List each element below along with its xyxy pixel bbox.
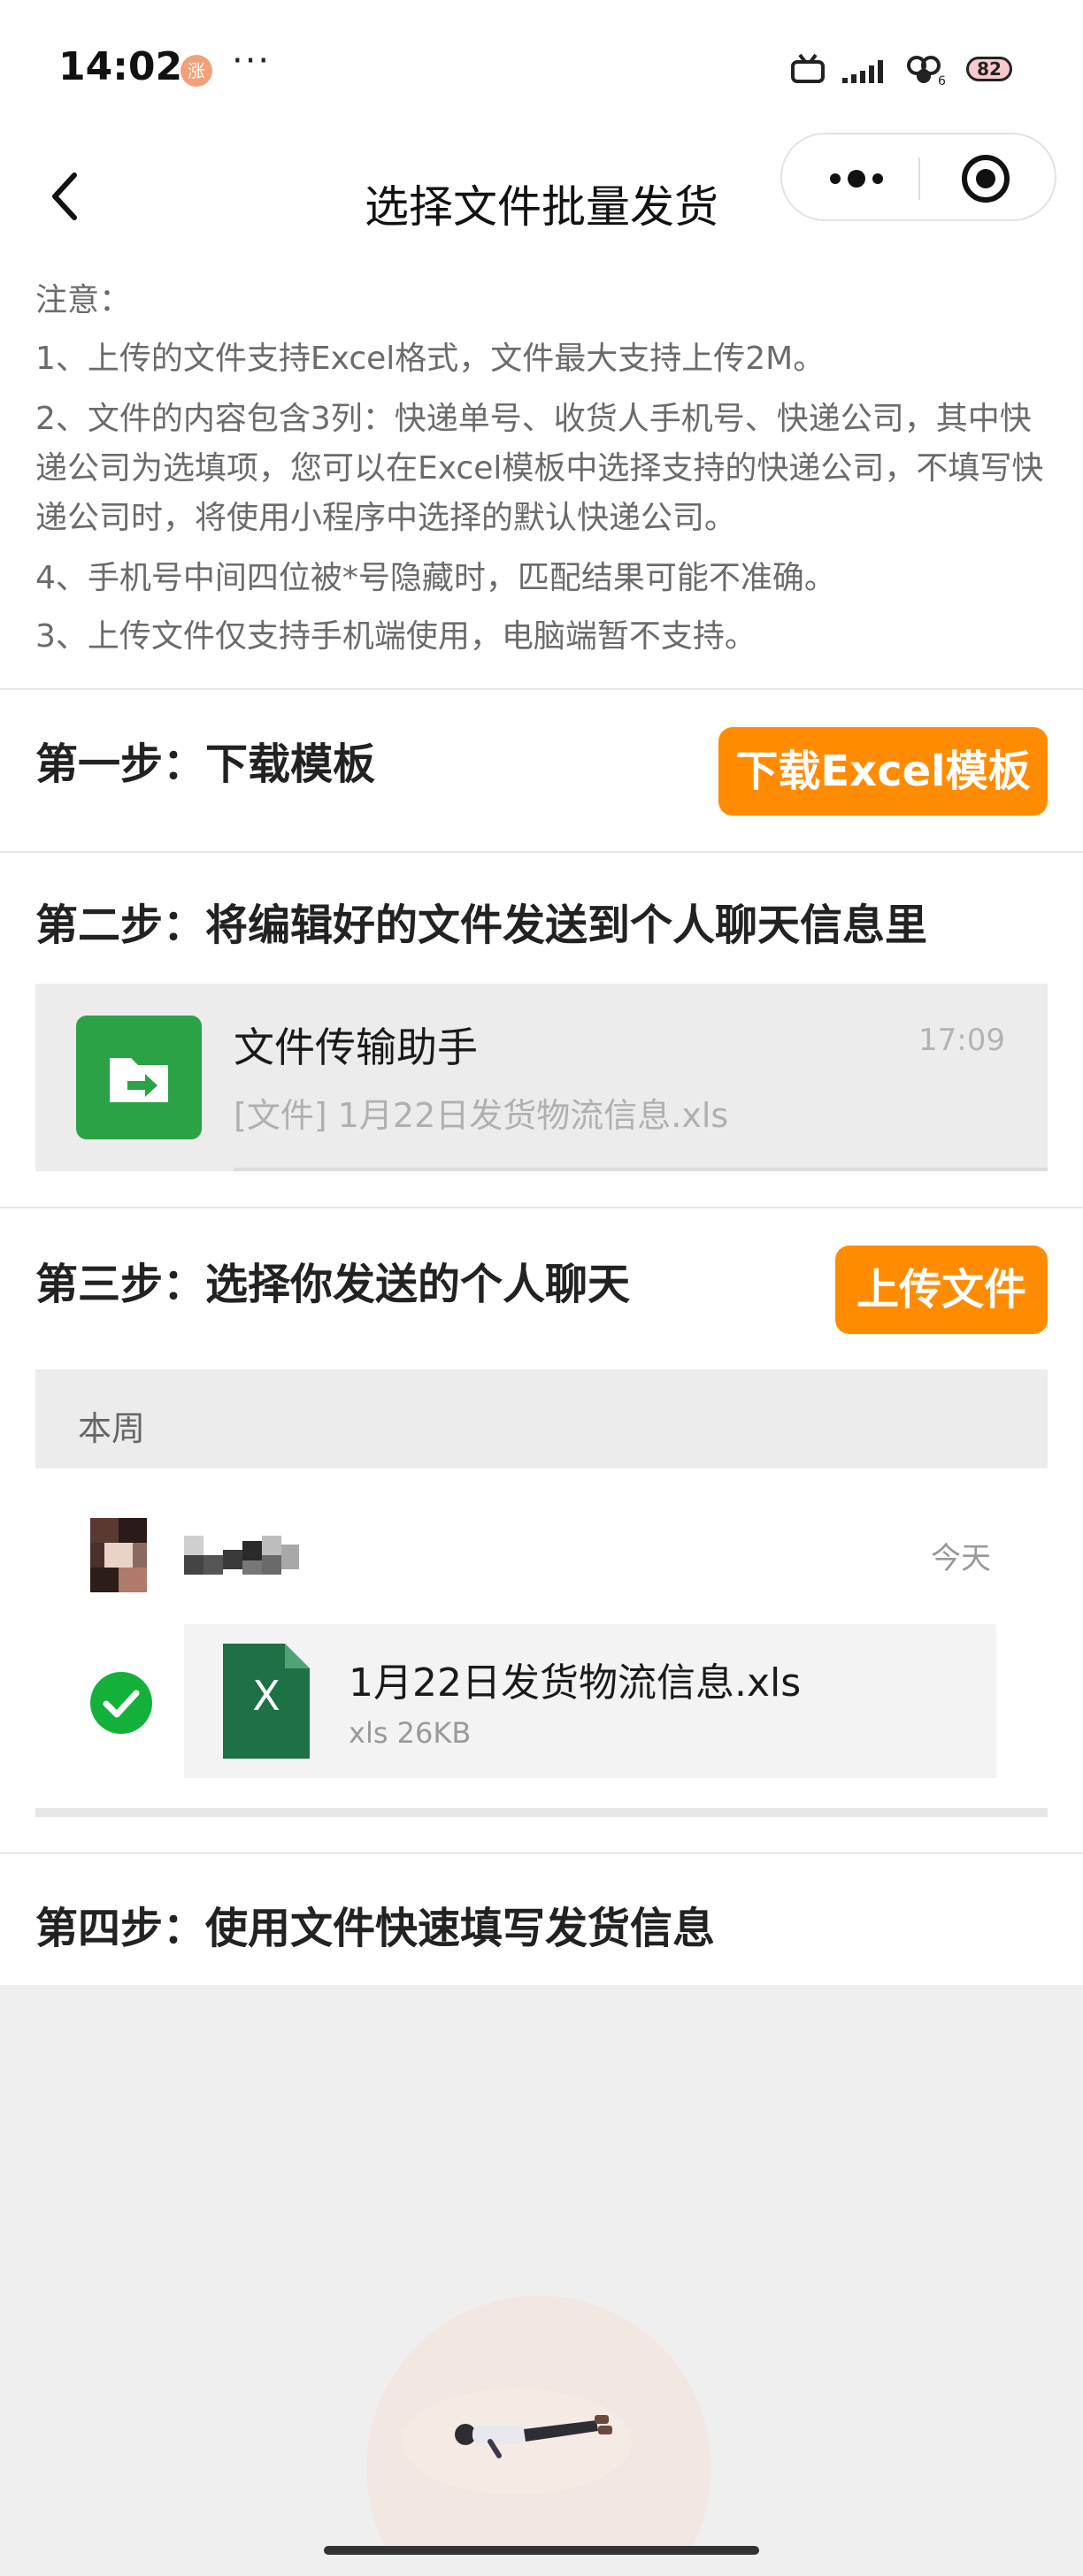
- notification-badge-icon: 涨: [180, 55, 212, 87]
- step2-title: 第二步：将编辑好的文件发送到个人聊天信息里: [35, 901, 928, 950]
- section-header-this-week: 本周: [35, 1369, 1048, 1468]
- contact-avatar[interactable]: [90, 1518, 147, 1592]
- tv-icon: [791, 53, 825, 83]
- section-label: 本周: [78, 1409, 146, 1448]
- step1-section: 第一步：下载模板 下载Excel模板: [0, 690, 1083, 851]
- wifi-icon: 6: [907, 56, 946, 87]
- status-time: 14:02: [58, 44, 183, 89]
- note-line: 1、上传的文件支持Excel格式，文件最大支持上传2M。: [35, 341, 826, 377]
- chat-time: 17:09: [918, 1023, 1005, 1058]
- list-bottom-divider: [35, 1808, 1048, 1817]
- nav-bar: 选择文件批量发货: [0, 133, 1083, 265]
- capsule-divider: [918, 157, 920, 200]
- more-dots-icon[interactable]: [821, 159, 892, 198]
- step4-title: 第四步：使用文件快速填写发货信息: [35, 1904, 716, 1953]
- download-template-button[interactable]: 下载Excel模板: [718, 727, 1048, 816]
- excel-letter: X: [252, 1672, 280, 1720]
- step1-title: 第一步：下载模板: [35, 740, 376, 789]
- target-close-icon[interactable]: [959, 152, 1012, 205]
- file-name: 1月22日发货物流信息.xls: [349, 1660, 802, 1706]
- status-bar: 14:02 涨 ··· 6 82: [0, 0, 1083, 133]
- file-meta: xls 26KB: [349, 1716, 472, 1750]
- chat-preview: [文件] 1月22日发货物流信息.xls: [234, 1096, 729, 1135]
- signal-icon: [842, 60, 883, 83]
- battery-icon: 82: [966, 57, 1012, 81]
- file-message-card[interactable]: X 1月22日发货物流信息.xls xls 26KB: [184, 1624, 996, 1778]
- note-line: 2、文件的内容包含3列：快递单号、收货人手机号、快递公司，其中快递公司为选填项，…: [35, 401, 1044, 536]
- home-indicator[interactable]: [324, 2546, 759, 2555]
- note-line: 3、上传文件仅支持手机端使用，电脑端暂不支持。: [35, 618, 757, 655]
- upload-file-button[interactable]: 上传文件: [835, 1246, 1048, 1334]
- chat-name: 文件传输助手: [234, 1024, 478, 1071]
- check-selected-icon[interactable]: [90, 1672, 152, 1734]
- svg-text:6: 6: [938, 74, 946, 87]
- step4-section: 第四步：使用文件快速填写发货信息: [0, 1854, 1083, 1985]
- mini-program-capsule: [780, 133, 1056, 221]
- note-line: 4、手机号中间四位被*号隐藏时，匹配结果可能不准确。: [35, 560, 836, 596]
- step3-title: 第三步：选择你发送的个人聊天: [35, 1260, 631, 1309]
- file-transfer-avatar-icon: [76, 1016, 202, 1139]
- chat-item-file-transfer: 文件传输助手 17:09 [文件] 1月22日发货物流信息.xls: [35, 984, 1048, 1171]
- notes-heading: 注意：: [35, 282, 132, 318]
- contact-name-redacted: [184, 1536, 299, 1575]
- status-more-icon: ···: [232, 41, 272, 81]
- notes-section: 注意： 1、上传的文件支持Excel格式，文件最大支持上传2M。 2、文件的内容…: [0, 265, 1083, 688]
- message-day: 今天: [931, 1541, 991, 1576]
- empty-illustration: [366, 2296, 711, 2548]
- chat-divider: [234, 1168, 1048, 1171]
